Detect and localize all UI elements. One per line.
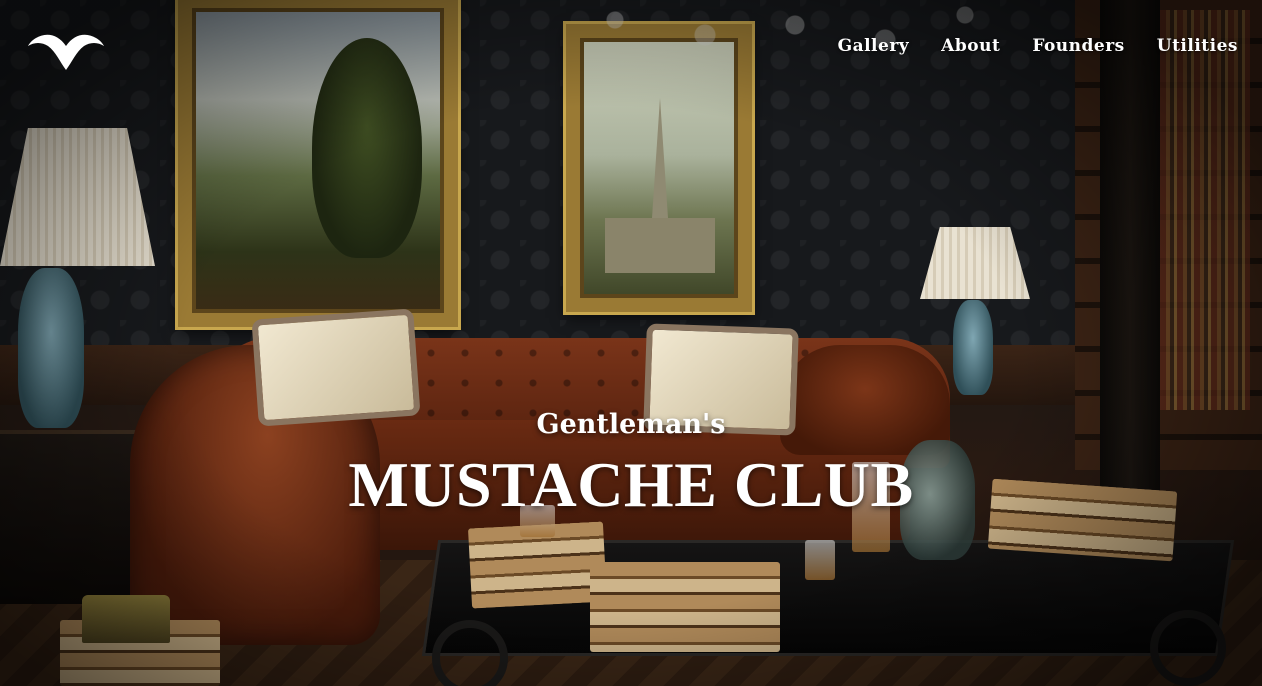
brass-chest	[82, 595, 170, 643]
table-leg	[1150, 610, 1226, 686]
nav-link-utilities[interactable]: Utilities	[1157, 36, 1238, 56]
nav-item-utilities: Utilities	[1157, 36, 1238, 56]
book-stack	[590, 562, 780, 652]
lamp-base-right	[953, 300, 993, 395]
nav-link-founders[interactable]: Founders	[1032, 36, 1124, 56]
hero-titles: Gentleman's MUSTACHE CLUB	[0, 405, 1262, 525]
main-nav: Gallery About Founders Utilities	[838, 36, 1238, 56]
mustache-logo-svg	[28, 34, 104, 70]
table-leg	[432, 620, 508, 686]
landscape-painting	[178, 0, 458, 327]
hero-section: Gallery About Founders Utilities Gentlem…	[0, 0, 1262, 686]
nav-link-about[interactable]: About	[941, 36, 1000, 56]
nav-item-gallery: Gallery	[838, 36, 910, 56]
nav-link-gallery[interactable]: Gallery	[838, 36, 910, 56]
crystal-glass	[805, 540, 835, 580]
painted-cathedral	[605, 218, 715, 273]
hero-subtitle: Gentleman's	[536, 409, 726, 440]
nav-item-founders: Founders	[1032, 36, 1124, 56]
painted-tree	[312, 38, 422, 258]
lamp-base-left	[18, 268, 84, 428]
mustache-icon[interactable]	[28, 32, 104, 72]
hero-title: MUSTACHE CLUB	[348, 449, 914, 520]
nav-item-about: About	[941, 36, 1000, 56]
library-books	[1160, 10, 1250, 410]
